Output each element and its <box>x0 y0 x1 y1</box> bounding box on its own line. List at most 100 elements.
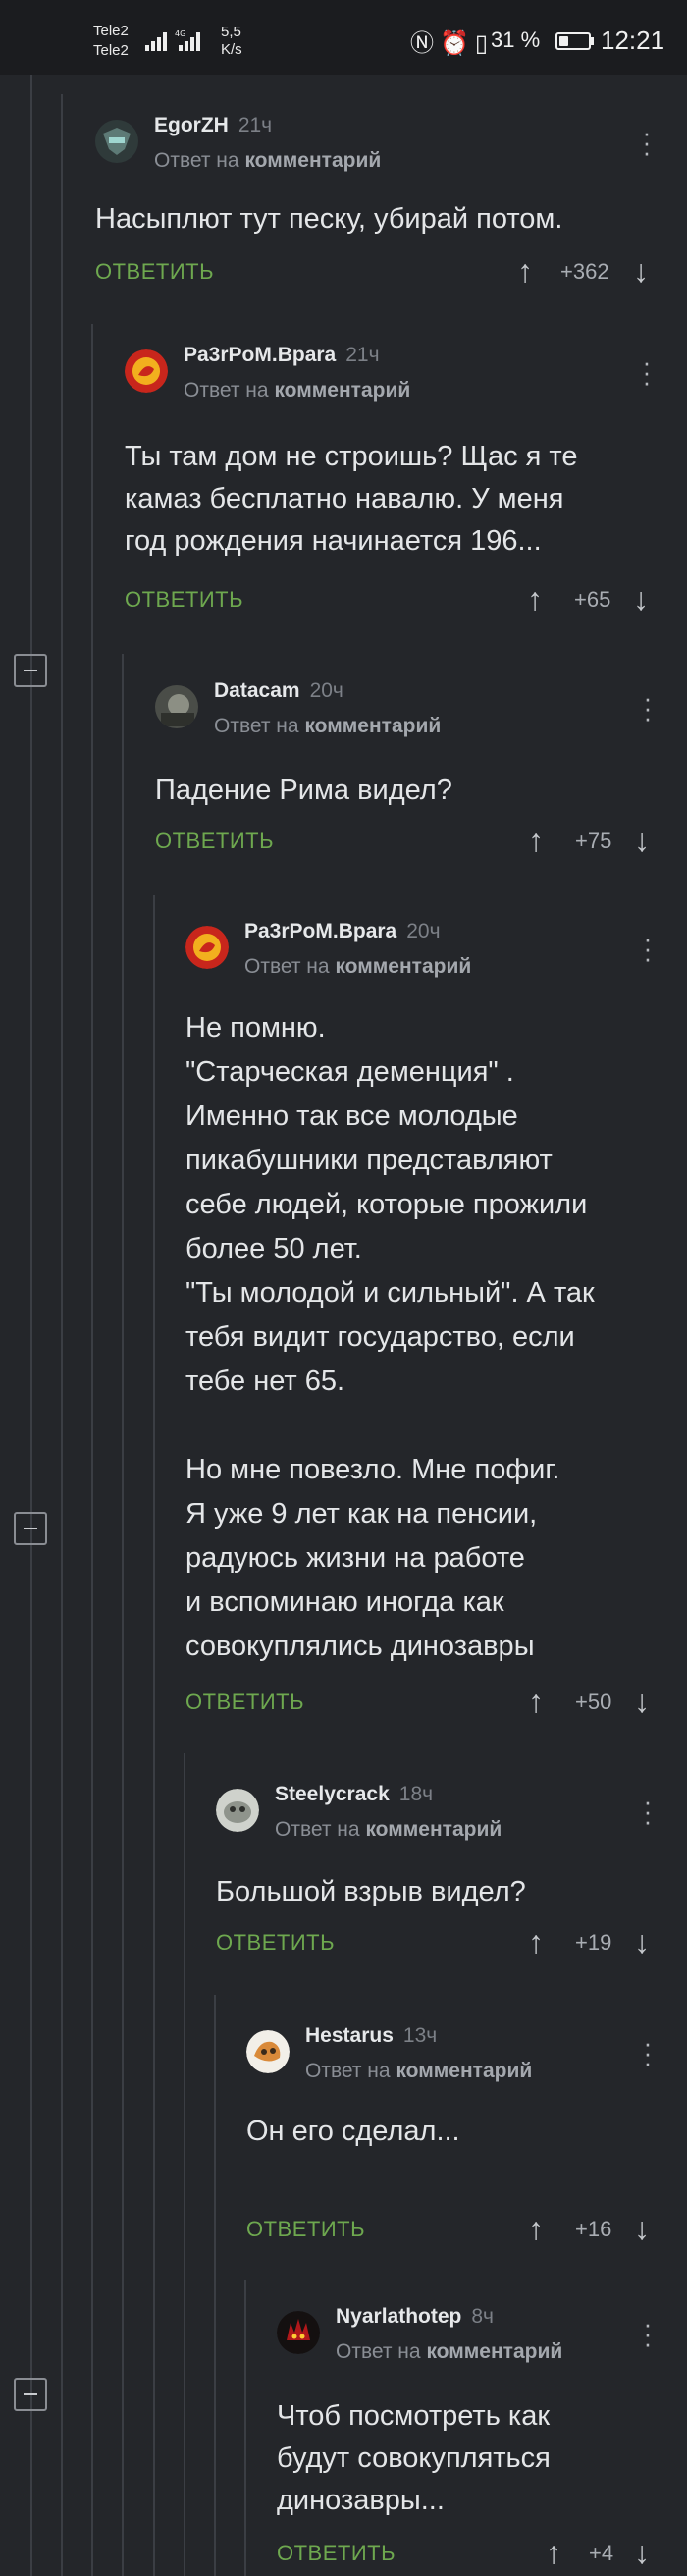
reply-target-link[interactable]: комментарий <box>396 2060 532 2082</box>
battery-fill <box>559 36 568 46</box>
arrow-down-icon[interactable]: ↓ <box>633 255 649 287</box>
more-vertical-icon[interactable]: · · · <box>643 2030 653 2075</box>
thread-line <box>153 895 155 2576</box>
avatar[interactable] <box>246 2030 290 2073</box>
reply-prefix: Ответ на <box>275 1818 360 1841</box>
more-vertical-icon[interactable]: · · · <box>642 349 652 395</box>
more-vertical-icon[interactable]: · · · <box>643 926 653 971</box>
arrow-up-icon[interactable]: ↑ <box>528 1926 544 1958</box>
reply-to: Ответ на комментарий <box>184 379 410 402</box>
arrow-up-icon[interactable]: ↑ <box>528 2213 544 2244</box>
vote-count: +50 <box>575 1690 612 1714</box>
comment-text: Большой взрыв видел? <box>216 1876 526 1907</box>
username[interactable]: Pa3rPoM.Bpara 20ч <box>244 920 441 943</box>
reply-prefix: Ответ на <box>214 715 299 737</box>
reply-button[interactable]: ОТВЕТИТЬ <box>125 587 243 613</box>
username[interactable]: EgorZH 21ч <box>154 114 272 137</box>
arrow-down-icon[interactable]: ↓ <box>634 1686 650 1717</box>
reply-target-link[interactable]: комментарий <box>426 2340 562 2363</box>
thread-line <box>214 1995 216 2576</box>
reply-to: Ответ на комментарий <box>305 2060 532 2083</box>
carrier-2: Tele2 <box>93 42 129 59</box>
reply-button[interactable]: ОТВЕТИТЬ <box>95 259 214 285</box>
nfc-icon: Ⓝ <box>410 30 440 57</box>
reply-prefix: Ответ на <box>305 2060 391 2082</box>
avatar[interactable] <box>125 349 168 393</box>
arrow-up-icon[interactable]: ↑ <box>528 825 544 856</box>
vote-count: +75 <box>575 829 612 853</box>
thread-line <box>244 2280 246 2576</box>
arrow-down-icon[interactable]: ↓ <box>634 825 650 856</box>
reply-target-link[interactable]: комментарий <box>365 1818 502 1841</box>
username-text[interactable]: Steelycrack <box>275 1783 390 1805</box>
username[interactable]: Pa3rPoM.Bpara 21ч <box>184 344 380 367</box>
reply-button[interactable]: ОТВЕТИТЬ <box>277 2541 396 2566</box>
username-text[interactable]: Hestarus <box>305 2024 394 2047</box>
username-text[interactable]: Pa3rPoM.Bpara <box>184 344 336 366</box>
reply-button[interactable]: ОТВЕТИТЬ <box>216 1930 335 1956</box>
username[interactable]: Nyarlathotep 8ч <box>336 2305 494 2329</box>
arrow-up-icon[interactable]: ↑ <box>527 583 543 615</box>
reply-to: Ответ на комментарий <box>244 955 471 979</box>
reply-to: Ответ на комментарий <box>154 149 381 173</box>
reply-button[interactable]: ОТВЕТИТЬ <box>185 1690 304 1715</box>
speed-unit: K/s <box>221 41 242 58</box>
comment-time: 13ч <box>402 2024 438 2047</box>
collapse-minus-icon[interactable] <box>14 2378 47 2411</box>
reply-target-link[interactable]: комментарий <box>274 379 410 402</box>
reply-target-link[interactable]: комментарий <box>244 149 381 172</box>
more-vertical-icon[interactable]: · · · <box>643 2311 653 2356</box>
comment-text: Чтоб посмотреть как будут совокупляться … <box>277 2400 551 2516</box>
username-text[interactable]: Pa3rPoM.Bpara <box>244 920 396 942</box>
avatar[interactable] <box>277 2311 320 2354</box>
comment-text: Ты там дом не строишь? Щас я те камаз бе… <box>125 441 578 557</box>
username-text[interactable]: EgorZH <box>154 114 229 136</box>
arrow-up-icon[interactable]: ↑ <box>528 1686 544 1717</box>
avatar[interactable] <box>155 685 198 728</box>
arrow-down-icon[interactable]: ↓ <box>634 2213 650 2244</box>
username[interactable]: Steelycrack 18ч <box>275 1783 433 1806</box>
collapse-minus-icon[interactable] <box>14 1512 47 1545</box>
username-text[interactable]: Datacam <box>214 679 300 702</box>
collapse-minus-icon[interactable] <box>14 654 47 687</box>
arrow-down-icon[interactable]: ↓ <box>633 583 649 615</box>
comment-time: 8ч <box>471 2305 494 2328</box>
username[interactable]: Datacam 20ч <box>214 679 344 703</box>
reply-button[interactable]: ОТВЕТИТЬ <box>246 2217 365 2242</box>
alarm-icon: ⏰ <box>440 30 475 57</box>
arrow-up-icon[interactable]: ↑ <box>517 255 533 287</box>
battery-icon <box>555 32 591 50</box>
vote-count: +4 <box>589 2541 614 2565</box>
reply-target-link[interactable]: комментарий <box>304 715 441 737</box>
comment-time: 21ч <box>238 114 273 136</box>
reply-prefix: Ответ на <box>336 2340 421 2363</box>
comment-time: 20ч <box>309 679 344 702</box>
avatar[interactable] <box>216 1789 259 1832</box>
more-vertical-icon[interactable]: · · · <box>643 685 653 730</box>
thread-line <box>122 654 124 2576</box>
reply-target-link[interactable]: комментарий <box>335 955 471 978</box>
username-text[interactable]: Nyarlathotep <box>336 2305 461 2328</box>
battery-percent: 31 % <box>491 27 541 52</box>
arrow-down-icon[interactable]: ↓ <box>634 2537 650 2568</box>
reply-button[interactable]: ОТВЕТИТЬ <box>155 829 274 854</box>
arrow-up-icon[interactable]: ↑ <box>546 2537 561 2568</box>
avatar[interactable] <box>185 926 229 969</box>
more-vertical-icon[interactable]: · · · <box>642 120 652 165</box>
comment-text: Не помню. "Старческая деменция" . Именно… <box>185 1012 595 1662</box>
avatar[interactable] <box>95 120 138 163</box>
comment-time: 18ч <box>398 1783 434 1805</box>
more-vertical-icon[interactable]: · · · <box>643 1789 653 1834</box>
reply-prefix: Ответ на <box>184 379 269 402</box>
comment-time: 20ч <box>406 920 441 942</box>
thread-line <box>184 1753 185 2576</box>
comment-time: 21ч <box>345 344 380 366</box>
reply-to: Ответ на комментарий <box>214 715 441 738</box>
arrow-down-icon[interactable]: ↓ <box>634 1926 650 1958</box>
network-speed: 5,5 K/s <box>221 24 242 59</box>
battery-tip <box>591 37 594 45</box>
reply-prefix: Ответ на <box>244 955 330 978</box>
thread-line <box>30 75 32 2576</box>
username[interactable]: Hestarus 13ч <box>305 2024 437 2048</box>
comment-text: Он его сделал... <box>246 2116 460 2147</box>
